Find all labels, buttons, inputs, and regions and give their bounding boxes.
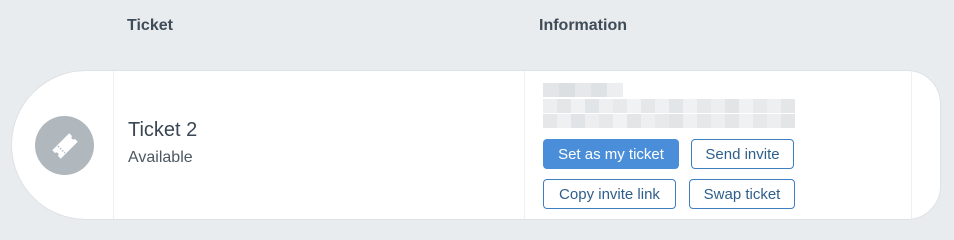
send-invite-button[interactable]: Send invite [691,139,794,169]
swap-ticket-button[interactable]: Swap ticket [689,179,795,209]
redacted-info-line [543,99,795,113]
table-header: Ticket Information [0,0,954,60]
column-divider [113,71,114,219]
copy-invite-link-button[interactable]: Copy invite link [543,179,676,209]
ticket-name: Ticket 2 [128,119,198,141]
ticket-glyph-icon [51,132,78,159]
ticket-status: Available [128,149,193,166]
redacted-info-line [543,83,623,97]
ticket-row: Ticket 2 Available Set as my ticket Send… [11,70,941,220]
column-divider [524,71,525,219]
column-header-ticket: Ticket [127,17,173,34]
column-header-information: Information [539,17,627,34]
column-divider [911,71,912,219]
set-as-my-ticket-button[interactable]: Set as my ticket [543,139,679,169]
ticket-icon [35,116,94,175]
redacted-info-line [543,114,795,128]
